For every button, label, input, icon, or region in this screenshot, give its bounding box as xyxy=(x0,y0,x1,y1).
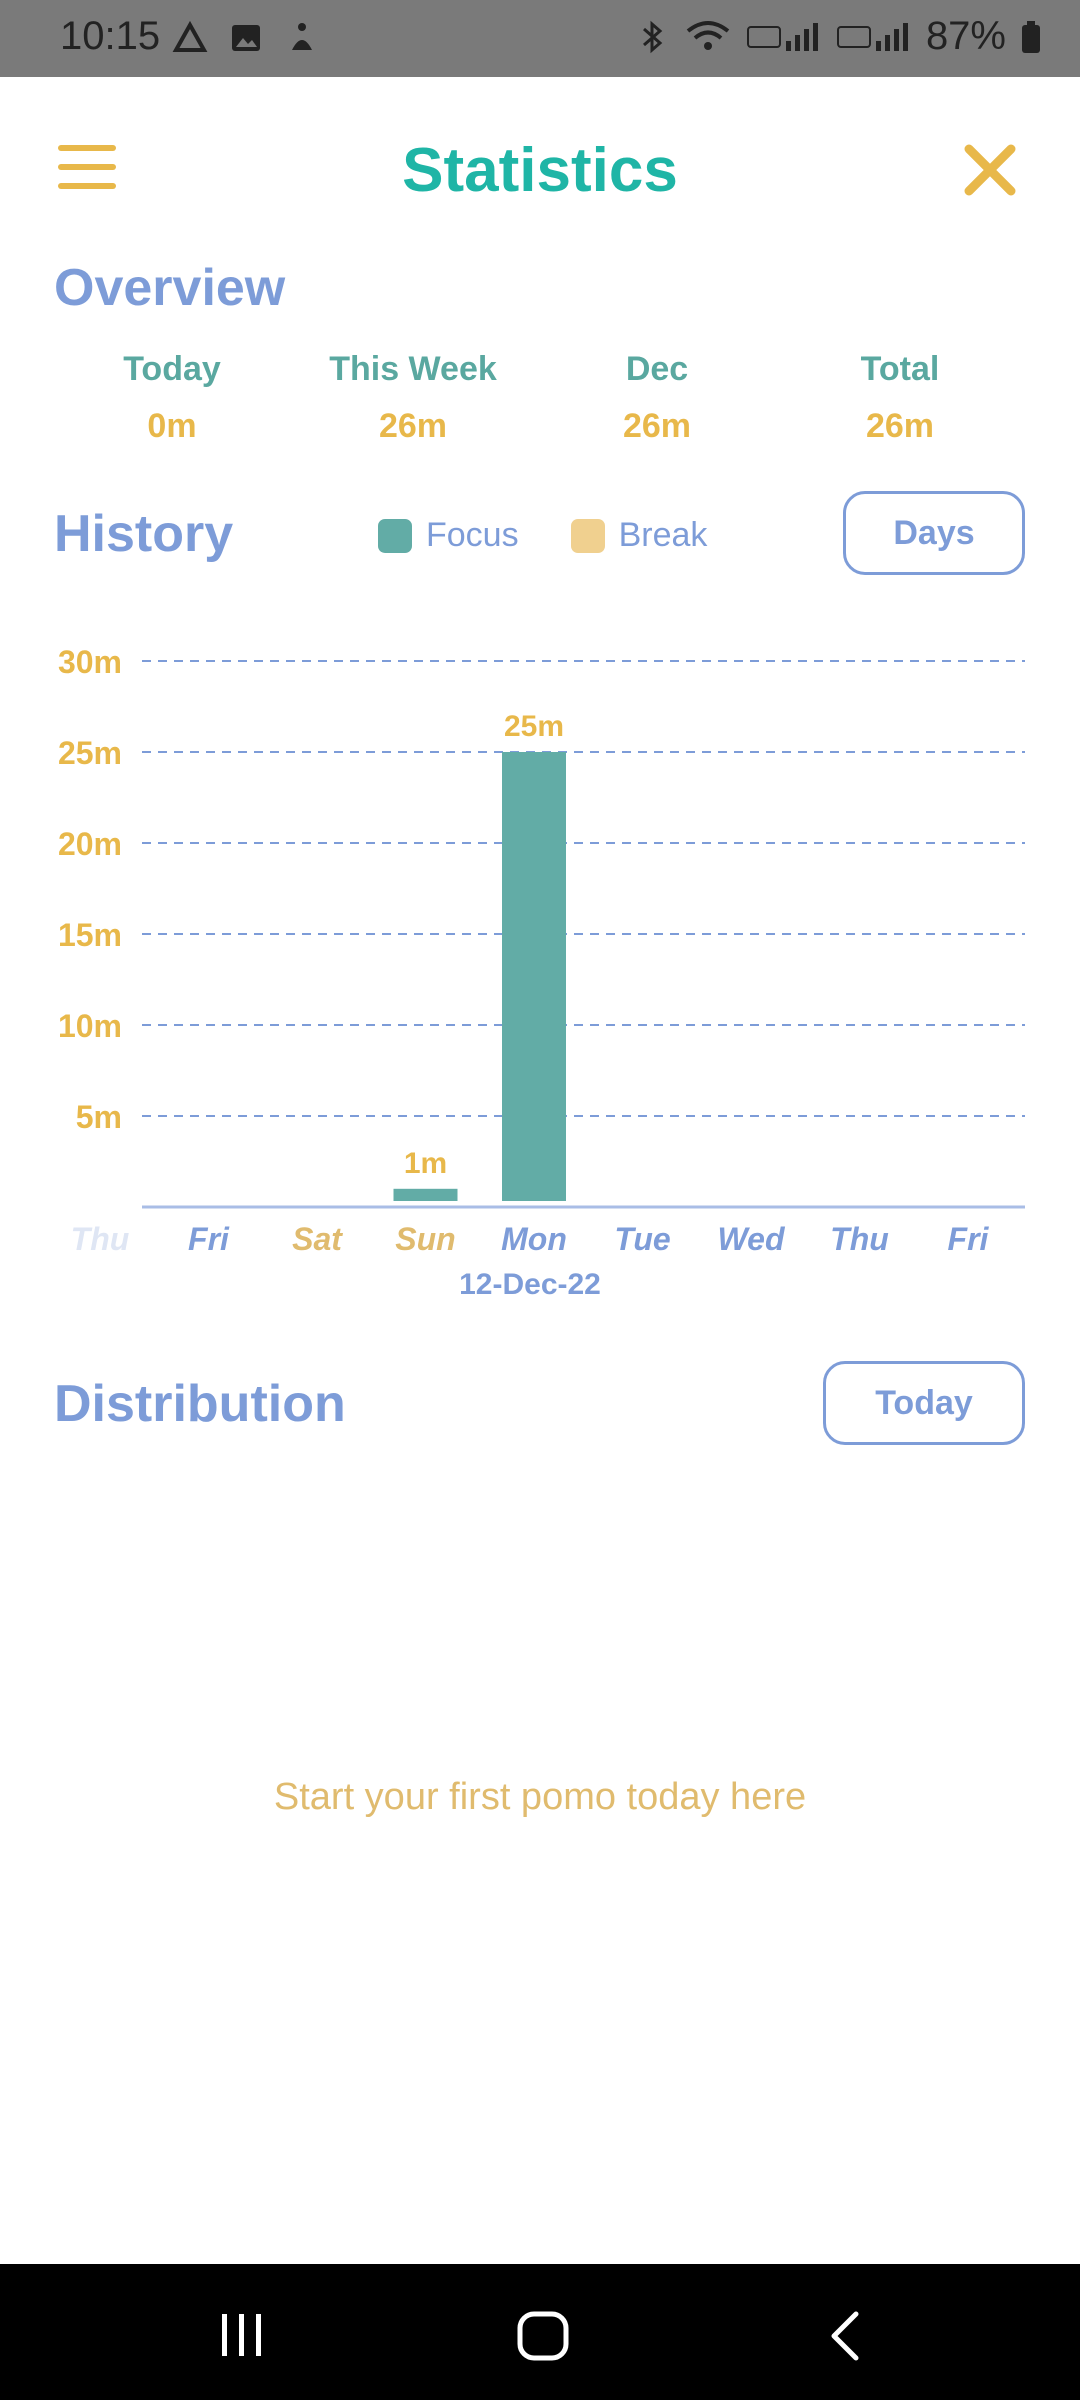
distribution-empty-message[interactable]: Start your first pomo today here xyxy=(0,1776,1080,1819)
chart-legend: Focus Break xyxy=(378,516,759,555)
status-notification-icons xyxy=(172,20,320,56)
bar-focus[interactable] xyxy=(502,752,566,1201)
recent-apps-icon[interactable] xyxy=(218,2312,266,2358)
y-tick-label: 25m xyxy=(58,735,122,771)
drive-icon xyxy=(172,20,208,52)
legend-focus-label: Focus xyxy=(426,516,519,554)
legend-break: Break xyxy=(570,516,708,555)
overview-week-value: 26m xyxy=(378,407,448,445)
wifi-icon xyxy=(686,20,730,50)
x-tick-label[interactable]: Thu xyxy=(830,1221,889,1257)
y-tick-label: 5m xyxy=(76,1099,122,1135)
home-icon[interactable] xyxy=(516,2310,570,2362)
distribution-title: Distribution xyxy=(54,1375,346,1433)
x-tick-label[interactable]: Sat xyxy=(292,1221,343,1257)
overview-total-label: Total xyxy=(860,350,940,388)
status-time: 10:15 xyxy=(60,14,161,58)
overview-week-label: This Week xyxy=(329,350,497,388)
y-tick-label: 20m xyxy=(58,826,122,862)
history-range-button[interactable]: Days xyxy=(843,491,1025,575)
overview-month-label: Dec xyxy=(625,350,689,388)
page-title: Statistics xyxy=(402,136,678,205)
selected-date-label: 12-Dec-22 xyxy=(459,1268,601,1301)
overview-week: This Week 26m xyxy=(293,350,533,446)
x-tick-label[interactable]: Sun xyxy=(395,1221,455,1257)
x-tick-label[interactable]: Fri xyxy=(188,1221,230,1257)
navigation-bar xyxy=(0,2264,1080,2400)
history-title: History xyxy=(54,505,234,563)
legend-focus: Focus xyxy=(378,516,519,555)
bar-value-label: 1m xyxy=(404,1147,447,1180)
overview-today: Today 0m xyxy=(52,350,292,446)
overview-month: Dec 26m xyxy=(537,350,777,446)
y-tick-label: 10m xyxy=(58,1008,122,1044)
bar-focus[interactable] xyxy=(393,1188,458,1201)
close-icon[interactable] xyxy=(964,144,1016,196)
signal-sim1-icon xyxy=(746,22,818,51)
accessibility-icon xyxy=(292,23,312,50)
status-bar: 10:15 87% xyxy=(0,0,1080,77)
x-tick-label[interactable]: Tue xyxy=(614,1221,670,1257)
y-tick-label: 30m xyxy=(58,644,122,680)
overview-title: Overview xyxy=(54,259,286,317)
legend-focus-swatch xyxy=(378,518,412,553)
x-tick-label[interactable]: Thu xyxy=(71,1221,130,1257)
legend-break-swatch xyxy=(570,518,605,553)
battery-icon xyxy=(1022,20,1040,53)
overview-today-value: 0m xyxy=(147,407,197,445)
overview-month-value: 26m xyxy=(622,407,692,445)
distribution-range-button[interactable]: Today xyxy=(823,1361,1025,1445)
overview-total-value: 26m xyxy=(865,407,935,445)
back-icon[interactable] xyxy=(826,2310,862,2362)
battery-percentage: 87% xyxy=(925,14,1006,58)
x-tick-label[interactable]: Mon xyxy=(501,1221,567,1257)
signal-sim2-icon xyxy=(836,22,908,51)
history-bar-chart[interactable]: 5m 10m 15m 20m 25m 30m Thu Fri Sat 1m Sun 25m Mon Tue… xyxy=(0,620,1080,1260)
x-tick-label[interactable]: Wed xyxy=(718,1221,786,1257)
status-system-icons: 87% xyxy=(634,14,1042,59)
legend-break-label: Break xyxy=(618,516,708,554)
overview-today-label: Today xyxy=(123,350,221,388)
overview-total: Total 26m xyxy=(780,350,1020,446)
gallery-icon xyxy=(232,25,260,51)
bar-value-label: 25m xyxy=(504,710,564,743)
y-tick-label: 15m xyxy=(58,917,122,953)
x-tick-label[interactable]: Fri xyxy=(948,1221,990,1257)
bluetooth-icon xyxy=(642,20,663,53)
